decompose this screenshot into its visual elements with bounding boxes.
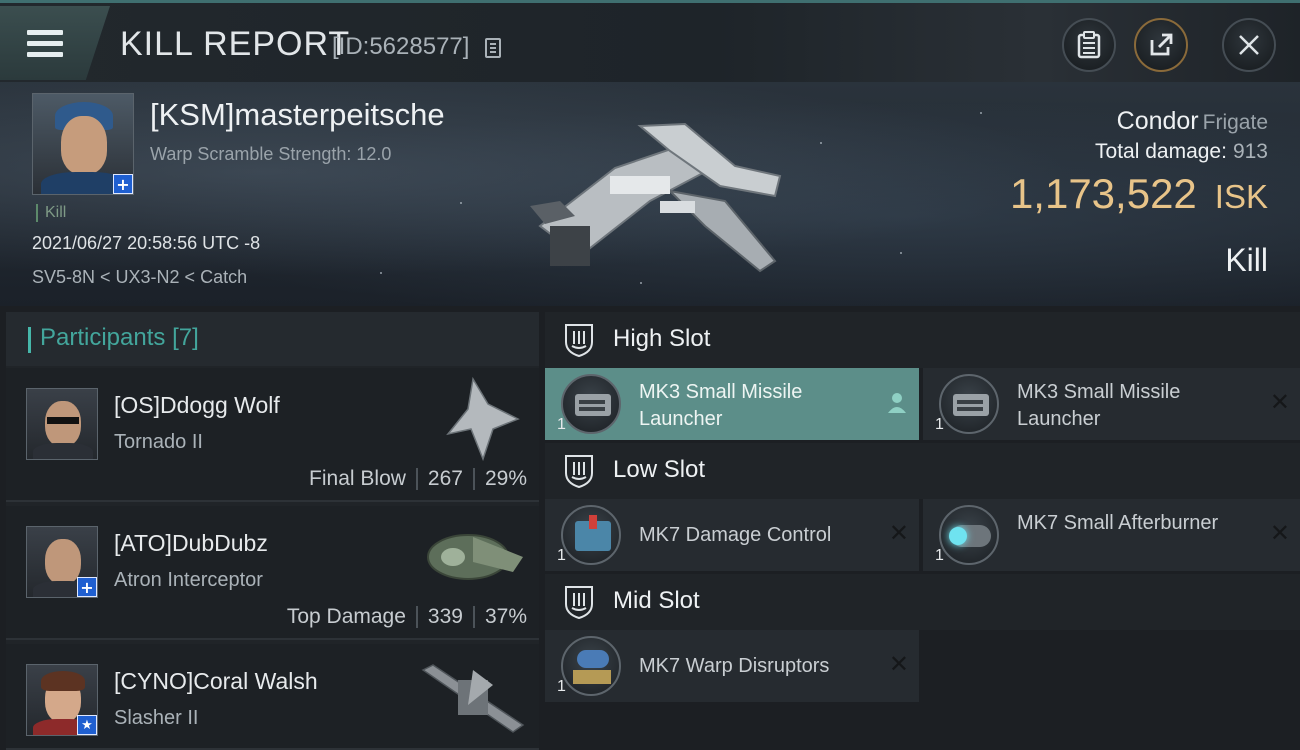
star-badge-icon: ★ xyxy=(77,715,97,735)
participant-row[interactable]: + [ATO]DubDubz Atron Interceptor Top Dam… xyxy=(6,506,539,640)
slot-shield-icon xyxy=(565,324,593,358)
participant-row[interactable]: [OS]Ddogg Wolf Tornado II Final Blow 267 2… xyxy=(6,368,539,502)
participant-ship: Atron Interceptor xyxy=(114,569,263,591)
kill-location: SV5-8N < UX3-N2 < Catch xyxy=(32,267,248,287)
victim-ship-class: Frigate xyxy=(1202,111,1268,134)
close-icon xyxy=(1239,35,1259,55)
module-quantity: 1 xyxy=(557,547,566,564)
close-button[interactable] xyxy=(1222,18,1276,72)
participant-name: [OS]Ddogg Wolf xyxy=(114,392,280,418)
victim-name[interactable]: [KSM]masterpeitsche xyxy=(150,97,445,133)
participant-row[interactable]: ★ [CYNO]Coral Walsh Slasher II xyxy=(6,644,539,750)
total-damage-value: 913 xyxy=(1232,140,1268,163)
fitting-panel: High Slot 1 MK3 Small Missile Launcher 1… xyxy=(545,312,1300,750)
victim-avatar[interactable]: + xyxy=(32,93,134,195)
kill-tag: Kill xyxy=(36,204,66,222)
victim-ship-image xyxy=(530,122,782,273)
module-name: MK7 Damage Control xyxy=(639,524,832,546)
report-id: [ID:5628577] xyxy=(332,33,470,60)
afterburner-icon xyxy=(939,505,999,565)
participant-ship: Slasher II xyxy=(114,707,199,729)
x-icon[interactable]: ✕ xyxy=(1270,390,1290,414)
module-quantity: 1 xyxy=(557,678,566,695)
corp-plus-badge-icon: + xyxy=(77,577,97,597)
participant-avatar[interactable] xyxy=(26,388,98,460)
x-icon[interactable]: ✕ xyxy=(889,652,909,676)
module-quantity: 1 xyxy=(557,416,566,433)
module-name: MK7 Warp Disruptors xyxy=(639,655,830,677)
high-slot-header: High Slot xyxy=(545,312,1300,368)
header-bar: KILL REPORT [ID:5628577] xyxy=(0,0,1300,82)
module-card[interactable]: 1 MK7 Small Afterburner ✕ xyxy=(923,499,1300,571)
victim-ship-line: Condor Frigate xyxy=(1117,107,1268,136)
participant-name: [ATO]DubDubz xyxy=(114,530,268,556)
isk-unit: ISK xyxy=(1214,178,1268,215)
warp-scramble-strength: Warp Scramble Strength: 12.0 xyxy=(150,144,392,164)
copy-icon[interactable] xyxy=(485,38,501,58)
participants-title: Participants [7] xyxy=(40,324,199,351)
page-title: KILL REPORT xyxy=(120,25,351,63)
person-icon xyxy=(888,393,906,413)
missile-launcher-icon xyxy=(939,374,999,434)
slot-shield-icon xyxy=(565,455,593,489)
participant-stats: Final Blow 267 29% xyxy=(309,467,527,491)
slot-shield-icon xyxy=(565,586,593,620)
share-button[interactable] xyxy=(1134,18,1188,72)
clipboard-button[interactable] xyxy=(1062,18,1116,72)
participant-ship-image xyxy=(421,664,525,733)
isk-value: 1,173,522 xyxy=(1009,170,1197,217)
missile-launcher-icon xyxy=(561,374,621,434)
participant-stats: Top Damage 339 37% xyxy=(286,605,527,629)
module-card[interactable]: 1 MK3 Small Missile Launcher xyxy=(545,368,919,440)
hamburger-menu-icon xyxy=(27,30,63,57)
module-card[interactable]: 1 MK7 Damage Control ✕ xyxy=(545,499,919,571)
x-icon[interactable]: ✕ xyxy=(889,521,909,545)
slot-label: Low Slot xyxy=(613,456,706,483)
module-name: MK7 Small Afterburner xyxy=(1017,512,1219,534)
participant-name: [CYNO]Coral Walsh xyxy=(114,668,318,694)
module-card[interactable]: 1 MK7 Warp Disruptors ✕ xyxy=(545,630,919,702)
clipboard-icon xyxy=(1077,31,1101,59)
total-damage: Total damage: 913 xyxy=(1095,140,1268,164)
module-card[interactable]: 1 MK3 Small Missile Launcher ✕ xyxy=(923,368,1300,440)
damage-control-icon xyxy=(561,505,621,565)
kill-result: Kill xyxy=(1225,242,1268,278)
menu-button[interactable] xyxy=(0,6,110,80)
kill-timestamp: 2021/06/27 20:58:56 UTC -8 xyxy=(32,233,261,253)
share-icon xyxy=(1150,33,1173,56)
module-name: MK3 Small Missile Launcher xyxy=(1017,381,1181,430)
participants-header: Participants [7] xyxy=(6,312,539,366)
participant-ship: Tornado II xyxy=(114,431,203,453)
module-name: MK3 Small Missile Launcher xyxy=(639,381,803,430)
victim-ship-name[interactable]: Condor xyxy=(1117,107,1199,135)
slot-label: Mid Slot xyxy=(613,587,700,614)
x-icon[interactable]: ✕ xyxy=(1270,521,1290,545)
participant-avatar[interactable]: ★ xyxy=(26,664,98,736)
participant-ship-image xyxy=(427,534,523,580)
corp-plus-badge-icon: + xyxy=(113,174,133,194)
low-slot-header: Low Slot xyxy=(545,443,1300,499)
module-quantity: 1 xyxy=(935,416,944,433)
participants-panel: Participants [7] [OS]Ddogg Wolf Tornado … xyxy=(6,312,539,750)
victim-banner: + [KSM]masterpeitsche Warp Scramble Stre… xyxy=(0,82,1300,306)
warp-disruptor-icon xyxy=(561,636,621,696)
isk-value-line: 1,173,522 ISK xyxy=(1010,170,1268,218)
total-damage-label: Total damage: xyxy=(1095,140,1227,163)
mid-slot-header: Mid Slot xyxy=(545,574,1300,630)
module-quantity: 1 xyxy=(935,547,944,564)
participant-ship-image xyxy=(446,376,520,462)
participant-avatar[interactable]: + xyxy=(26,526,98,598)
slot-label: High Slot xyxy=(613,325,711,352)
